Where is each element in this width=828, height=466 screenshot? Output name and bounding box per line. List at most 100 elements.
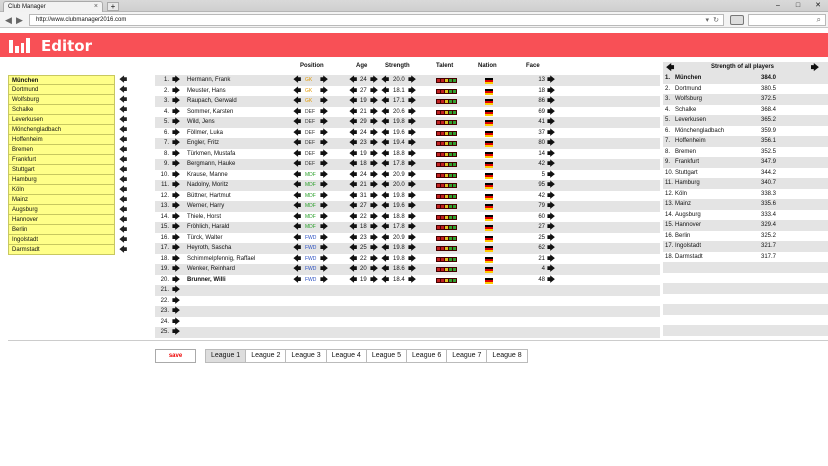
arrow-right-icon[interactable]: 🡆: [172, 170, 180, 181]
close-tab-icon[interactable]: ×: [94, 3, 98, 10]
arrow-left-icon[interactable]: 🡄: [349, 107, 357, 118]
arrow-right-icon[interactable]: 🡆: [370, 128, 378, 139]
arrow-right-icon[interactable]: 🡆: [408, 149, 416, 160]
arrow-right-icon[interactable]: 🡆: [320, 86, 328, 97]
arrow-left-icon[interactable]: 🡄: [349, 222, 357, 233]
arrow-left-icon[interactable]: 🡄: [293, 149, 301, 160]
arrow-right-icon[interactable]: 🡆: [172, 149, 180, 160]
arrow-left-icon[interactable]: 🡄: [349, 201, 357, 212]
arrow-right-icon[interactable]: 🡆: [172, 191, 180, 202]
player-name[interactable]: Sommer, Karsten: [187, 107, 233, 118]
germany-flag-icon[interactable]: [485, 151, 493, 158]
germany-flag-icon[interactable]: [485, 78, 493, 84]
arrow-left-icon[interactable]: 🡄: [381, 212, 389, 223]
arrow-right-icon[interactable]: 🡆: [320, 275, 328, 286]
tab-league-7[interactable]: League 7: [447, 349, 488, 363]
arrow-right-icon[interactable]: 🡆: [547, 75, 555, 86]
germany-flag-icon[interactable]: [485, 256, 493, 263]
arrow-left-icon[interactable]: 🡄: [293, 96, 301, 107]
club-list-item[interactable]: Hoffenheim: [8, 135, 115, 145]
maximize-button[interactable]: □: [788, 0, 808, 11]
germany-flag-icon[interactable]: [485, 130, 493, 137]
player-name[interactable]: Nadolny, Moritz: [187, 180, 228, 191]
arrow-left-icon[interactable]: 🡄: [119, 215, 129, 225]
arrow-left-icon[interactable]: 🡄: [349, 243, 357, 254]
back-icon[interactable]: ◀: [5, 15, 12, 25]
arrow-right-icon[interactable]: 🡆: [408, 212, 416, 223]
arrow-right-icon[interactable]: 🡆: [172, 317, 180, 328]
club-list-item[interactable]: Hamburg: [8, 175, 115, 185]
arrow-left-icon[interactable]: 🡄: [381, 159, 389, 170]
arrow-right-icon[interactable]: 🡆: [172, 86, 180, 97]
arrow-right-icon[interactable]: 🡆: [172, 96, 180, 107]
arrow-right-icon[interactable]: 🡆: [547, 275, 555, 286]
player-name[interactable]: Hermann, Frank: [187, 75, 230, 86]
arrow-right-icon[interactable]: 🡆: [320, 222, 328, 233]
arrow-right-icon[interactable]: 🡆: [172, 327, 180, 338]
player-name[interactable]: Wild, Jens: [187, 117, 215, 128]
arrow-right-icon[interactable]: 🡆: [172, 285, 180, 296]
arrow-right-icon[interactable]: 🡆: [370, 138, 378, 149]
player-name[interactable]: Türck, Walter: [187, 233, 222, 244]
talent-bar-icon[interactable]: [436, 88, 457, 94]
arrow-left-icon[interactable]: 🡄: [119, 145, 129, 155]
germany-flag-icon[interactable]: [485, 246, 493, 252]
arrow-left-icon[interactable]: 🡄: [381, 107, 389, 118]
arrow-right-icon[interactable]: 🡆: [547, 180, 555, 191]
arrow-left-icon[interactable]: 🡄: [381, 96, 389, 107]
talent-bar-icon[interactable]: [436, 109, 457, 115]
arrow-right-icon[interactable]: 🡆: [370, 159, 378, 170]
arrow-right-icon[interactable]: 🡆: [547, 254, 555, 265]
arrow-left-icon[interactable]: 🡄: [381, 128, 389, 139]
arrow-left-icon[interactable]: 🡄: [119, 105, 129, 115]
talent-bar-icon[interactable]: [436, 267, 457, 272]
arrow-left-icon[interactable]: 🡄: [349, 170, 357, 181]
arrow-left-icon[interactable]: 🡄: [119, 245, 129, 255]
arrow-right-icon[interactable]: 🡆: [320, 233, 328, 244]
arrow-left-icon[interactable]: 🡄: [349, 180, 357, 191]
germany-flag-icon[interactable]: [485, 225, 493, 231]
arrow-right-icon[interactable]: 🡆: [547, 201, 555, 212]
arrow-left-icon[interactable]: 🡄: [293, 212, 301, 223]
club-list-item[interactable]: Stuttgart: [8, 165, 115, 175]
arrow-right-icon[interactable]: 🡆: [408, 86, 416, 97]
arrow-left-icon[interactable]: 🡄: [119, 155, 129, 165]
arrow-right-icon[interactable]: 🡆: [547, 149, 555, 160]
arrow-right-icon[interactable]: 🡆: [547, 222, 555, 233]
arrow-left-icon[interactable]: 🡄: [293, 75, 301, 86]
arrow-left-icon[interactable]: 🡄: [381, 243, 389, 254]
arrow-left-icon[interactable]: 🡄: [381, 233, 389, 244]
arrow-right-icon[interactable]: 🡆: [408, 233, 416, 244]
arrow-right-icon[interactable]: 🡆: [320, 128, 328, 139]
arrow-right-icon[interactable]: 🡆: [370, 275, 378, 286]
arrow-right-icon[interactable]: 🡆: [547, 243, 555, 254]
club-list-item[interactable]: Dortmund: [8, 85, 115, 95]
arrow-left-icon[interactable]: 🡄: [119, 85, 129, 95]
arrow-right-icon[interactable]: 🡆: [547, 107, 555, 118]
arrow-left-icon[interactable]: 🡄: [349, 254, 357, 265]
player-name[interactable]: Wenker, Reinhard: [187, 264, 235, 275]
tab-league-1[interactable]: League 1: [205, 349, 247, 363]
talent-bar-icon[interactable]: [436, 162, 457, 167]
arrow-left-icon[interactable]: 🡄: [349, 233, 357, 244]
arrow-right-icon[interactable]: 🡆: [547, 86, 555, 97]
arrow-left-icon[interactable]: 🡄: [349, 75, 357, 86]
arrow-left-icon[interactable]: 🡄: [349, 128, 357, 139]
arrow-left-icon[interactable]: 🡄: [119, 115, 129, 125]
arrow-right-icon[interactable]: 🡆: [172, 254, 180, 265]
arrow-left-icon[interactable]: 🡄: [381, 117, 389, 128]
arrow-right-icon[interactable]: 🡆: [370, 212, 378, 223]
arrow-left-icon[interactable]: 🡄: [349, 96, 357, 107]
club-list-item[interactable]: Schalke: [8, 105, 115, 115]
club-list-item[interactable]: Wolfsburg: [8, 95, 115, 105]
player-name[interactable]: Thiele, Horst: [187, 212, 221, 223]
arrow-right-icon[interactable]: 🡆: [370, 117, 378, 128]
arrow-left-icon[interactable]: 🡄: [293, 264, 301, 275]
tab-league-8[interactable]: League 8: [487, 349, 528, 363]
arrow-right-icon[interactable]: 🡆: [172, 180, 180, 191]
talent-bar-icon[interactable]: [436, 204, 457, 209]
arrow-left-icon[interactable]: 🡄: [293, 86, 301, 97]
arrow-right-icon[interactable]: 🡆: [370, 233, 378, 244]
arrow-right-icon[interactable]: 🡆: [408, 275, 416, 286]
player-name[interactable]: Raupach, Gerwald: [187, 96, 237, 107]
